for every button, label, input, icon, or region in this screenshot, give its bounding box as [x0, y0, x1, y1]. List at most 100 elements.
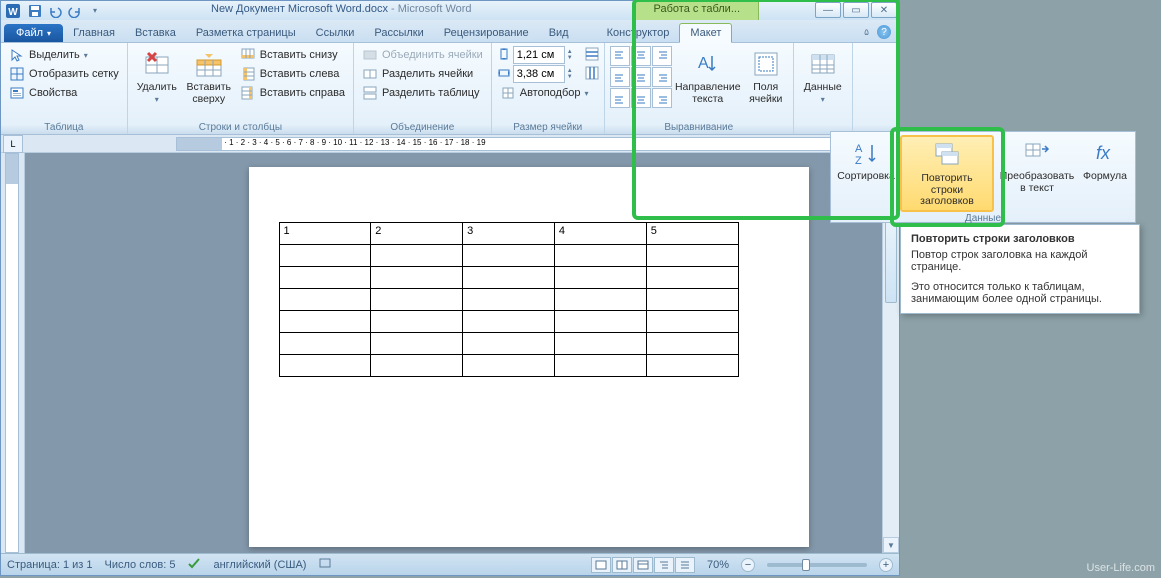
minimize-button[interactable]: —: [815, 2, 841, 18]
svg-text:fx: fx: [1096, 143, 1111, 163]
convert-to-text-button[interactable]: Преобразовать в текст: [998, 135, 1076, 196]
view-reading[interactable]: [612, 557, 632, 573]
align-mid-right[interactable]: [652, 67, 672, 87]
tab-layout-context[interactable]: Макет: [679, 23, 732, 43]
zoom-out-button[interactable]: −: [741, 558, 755, 572]
table-cell[interactable]: 2: [371, 223, 463, 245]
status-insert-mode[interactable]: [318, 557, 332, 572]
table-row: [279, 311, 738, 333]
contextual-tab-title: Работа с табли...: [635, 1, 759, 20]
split-cells-button[interactable]: Разделить ячейки: [359, 65, 486, 83]
minimize-ribbon-icon[interactable]: ۵: [864, 27, 869, 38]
svg-text:A: A: [855, 143, 863, 155]
split-cells-icon: [362, 66, 378, 82]
zoom-slider[interactable]: [767, 563, 867, 567]
undo-icon[interactable]: [47, 3, 63, 19]
align-bot-center[interactable]: [631, 88, 651, 108]
autofit-button[interactable]: Автоподбор ▾: [497, 84, 599, 102]
status-page[interactable]: Страница: 1 из 1: [7, 559, 93, 571]
align-top-left[interactable]: [610, 46, 630, 66]
view-outline[interactable]: [654, 557, 674, 573]
table-cell[interactable]: 1: [279, 223, 371, 245]
show-gridlines-button[interactable]: Отобразить сетку: [6, 65, 122, 83]
align-bot-right[interactable]: [652, 88, 672, 108]
vertical-ruler[interactable]: [5, 153, 19, 553]
tooltip-title: Повторить строки заголовков: [911, 233, 1129, 245]
align-top-center[interactable]: [631, 46, 651, 66]
row-height-control[interactable]: 1,21 см ▲▼: [497, 46, 599, 64]
ribbon-group-rows-cols: Удалить Вставить сверху Вставить снизу В…: [128, 43, 354, 134]
tab-view[interactable]: Вид: [539, 24, 579, 42]
formula-button[interactable]: fx Формула: [1080, 135, 1130, 185]
table-row: [279, 267, 738, 289]
sort-button[interactable]: AZ Сортировка: [836, 135, 896, 185]
table-row: [279, 289, 738, 311]
select-button[interactable]: Выделить ▾: [6, 46, 122, 64]
status-language[interactable]: английский (США): [213, 559, 306, 571]
insert-below-button[interactable]: Вставить снизу: [237, 46, 348, 64]
view-draft[interactable]: [675, 557, 695, 573]
row-height-icon: [497, 47, 511, 64]
data-icon: [807, 48, 839, 80]
distribute-cols-icon[interactable]: [585, 66, 599, 83]
text-direction-button[interactable]: A Направление текста: [676, 46, 740, 107]
scroll-down-icon[interactable]: ▼: [883, 537, 899, 553]
insert-above-button[interactable]: Вставить сверху: [185, 46, 233, 107]
save-icon[interactable]: [27, 3, 43, 19]
tab-review[interactable]: Рецензирование: [434, 24, 539, 42]
distribute-rows-icon[interactable]: [585, 47, 599, 64]
view-print-layout[interactable]: [591, 557, 611, 573]
tab-mailings[interactable]: Рассылки: [364, 24, 433, 42]
table-cell[interactable]: 3: [463, 223, 555, 245]
text-direction-icon: A: [692, 48, 724, 80]
horizontal-ruler[interactable]: · 1 · 2 · 3 · 4 · 5 · 6 · 7 · 8 · 9 · 10…: [176, 137, 879, 151]
document-area[interactable]: 1 2 3 4 5: [25, 153, 882, 553]
delete-button[interactable]: Удалить: [133, 46, 181, 107]
insert-right-button[interactable]: Вставить справа: [237, 84, 348, 102]
close-button[interactable]: ✕: [871, 2, 897, 18]
insert-row-above-icon: [193, 48, 225, 80]
repeat-header-icon: [931, 139, 963, 171]
split-table-icon: [362, 85, 378, 101]
tab-insert[interactable]: Вставка: [125, 24, 186, 42]
repeat-header-rows-button[interactable]: Повторить строки заголовков: [900, 135, 994, 212]
align-bot-left[interactable]: [610, 88, 630, 108]
horizontal-ruler-row: L · 1 · 2 · 3 · 4 · 5 · 6 · 7 · 8 · 9 · …: [1, 135, 899, 153]
tooltip-line: Это относится только к таблицам, занимаю…: [911, 281, 1129, 305]
view-mode-buttons: [591, 557, 695, 573]
view-web[interactable]: [633, 557, 653, 573]
properties-button[interactable]: Свойства: [6, 84, 122, 102]
cell-margins-button[interactable]: Поля ячейки: [744, 46, 788, 107]
tab-references[interactable]: Ссылки: [306, 24, 365, 42]
document-page: 1 2 3 4 5: [249, 167, 809, 547]
convert-table-icon: [1021, 137, 1053, 169]
align-mid-left[interactable]: [610, 67, 630, 87]
document-table[interactable]: 1 2 3 4 5: [279, 222, 739, 377]
tab-home[interactable]: Главная: [63, 24, 125, 42]
data-dropdown-button[interactable]: Данные: [799, 46, 847, 107]
sort-icon: AZ: [850, 137, 882, 169]
split-table-button[interactable]: Разделить таблицу: [359, 84, 486, 102]
delete-table-icon: [141, 48, 173, 80]
tab-page-layout[interactable]: Разметка страницы: [186, 24, 306, 42]
file-tab[interactable]: Файл: [4, 24, 63, 42]
redo-icon[interactable]: [67, 3, 83, 19]
help-icon[interactable]: ?: [877, 25, 891, 39]
table-row: [279, 355, 738, 377]
tab-design-context[interactable]: Конструктор: [597, 24, 680, 42]
zoom-in-button[interactable]: +: [879, 558, 893, 572]
col-width-control[interactable]: 3,38 см ▲▼: [497, 65, 599, 83]
tab-selector[interactable]: L: [3, 135, 23, 153]
table-cell[interactable]: 4: [554, 223, 646, 245]
status-words[interactable]: Число слов: 5: [105, 559, 176, 571]
status-bar: Страница: 1 из 1 Число слов: 5 английски…: [1, 553, 899, 575]
spell-check-icon[interactable]: [187, 556, 201, 573]
align-top-right[interactable]: [652, 46, 672, 66]
align-mid-center[interactable]: [631, 67, 651, 87]
maximize-button[interactable]: ▭: [843, 2, 869, 18]
group-title-alignment: Выравнивание: [610, 121, 788, 133]
qat-customize-icon[interactable]: ▾: [87, 3, 103, 19]
table-cell[interactable]: 5: [646, 223, 738, 245]
zoom-percent[interactable]: 70%: [707, 559, 729, 571]
insert-left-button[interactable]: Вставить слева: [237, 65, 348, 83]
